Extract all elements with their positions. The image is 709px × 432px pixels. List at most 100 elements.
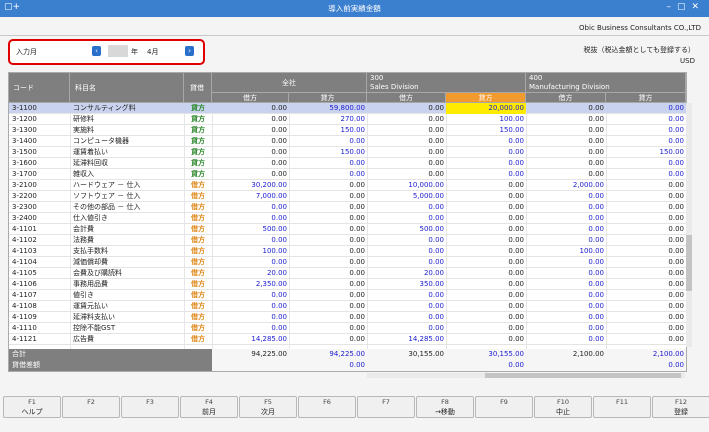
amount-cell[interactable]: 14,285.00 bbox=[367, 334, 446, 345]
amount-cell[interactable]: 0.00 bbox=[446, 246, 526, 257]
amount-cell[interactable]: 0.00 bbox=[526, 125, 606, 136]
amount-cell[interactable]: 0.00 bbox=[367, 301, 446, 312]
amount-cell[interactable]: 150.00 bbox=[446, 125, 526, 136]
amount-cell[interactable]: 0.00 bbox=[606, 235, 686, 246]
function-key-f11[interactable]: F11 bbox=[593, 396, 651, 418]
table-row[interactable]: 4-1102 法務費 借方 0.00 0.00 0.00 0.00 0.00 0.00 bbox=[9, 235, 686, 246]
year-field[interactable] bbox=[108, 45, 128, 57]
amount-cell[interactable]: 0.00 bbox=[606, 323, 686, 334]
amount-cell[interactable]: 0.00 bbox=[526, 202, 606, 213]
function-key-f4[interactable]: F4 前月 bbox=[180, 396, 238, 418]
amount-cell[interactable]: 0.00 bbox=[289, 191, 367, 202]
amount-cell[interactable]: 0.00 bbox=[446, 213, 526, 224]
amount-cell[interactable]: 0.00 bbox=[526, 169, 606, 180]
amount-cell[interactable]: 0.00 bbox=[367, 312, 446, 323]
amount-cell[interactable]: 59,800.00 bbox=[289, 103, 367, 114]
amount-cell[interactable]: 0.00 bbox=[289, 213, 367, 224]
amount-cell[interactable]: 0.00 bbox=[606, 334, 686, 345]
amount-cell[interactable]: 0.00 bbox=[446, 180, 526, 191]
amount-cell[interactable]: 0.00 bbox=[212, 213, 289, 224]
amount-cell[interactable]: 0.00 bbox=[606, 136, 686, 147]
amount-cell[interactable]: 0.00 bbox=[212, 235, 289, 246]
prev-month-button[interactable]: ‹ bbox=[92, 46, 101, 56]
amount-cell[interactable]: 0.00 bbox=[606, 246, 686, 257]
amount-cell[interactable]: 0.00 bbox=[446, 224, 526, 235]
amount-cell[interactable]: 0.00 bbox=[446, 301, 526, 312]
amount-cell[interactable]: 0.00 bbox=[526, 323, 606, 334]
function-key-f7[interactable]: F7 bbox=[357, 396, 415, 418]
amount-cell[interactable]: 0.00 bbox=[606, 202, 686, 213]
amount-cell[interactable]: 0.00 bbox=[212, 202, 289, 213]
amount-cell[interactable]: 0.00 bbox=[446, 191, 526, 202]
amount-cell[interactable]: 0.00 bbox=[212, 169, 289, 180]
amount-cell[interactable]: 500.00 bbox=[212, 224, 289, 235]
table-row[interactable]: 4-1107 値引き 借方 0.00 0.00 0.00 0.00 0.00 0.00 bbox=[9, 290, 686, 301]
amount-cell[interactable]: 0.00 bbox=[367, 136, 446, 147]
amount-cell[interactable]: 0.00 bbox=[446, 290, 526, 301]
amount-cell[interactable]: 0.00 bbox=[526, 334, 606, 345]
amount-cell[interactable]: 0.00 bbox=[367, 257, 446, 268]
amount-cell[interactable]: 150.00 bbox=[289, 125, 367, 136]
amount-cell[interactable]: 0.00 bbox=[446, 268, 526, 279]
horizontal-scroll-thumb[interactable] bbox=[485, 373, 681, 378]
table-row[interactable]: 3-2400 仕入値引き 借方 0.00 0.00 0.00 0.00 0.00 0.00 bbox=[9, 213, 686, 224]
amount-cell[interactable]: 0.00 bbox=[367, 235, 446, 246]
amount-cell[interactable]: 0.00 bbox=[446, 136, 526, 147]
function-key-f3[interactable]: F3 bbox=[121, 396, 179, 418]
amount-cell[interactable]: 0.00 bbox=[526, 158, 606, 169]
amount-cell[interactable]: 7,000.00 bbox=[212, 191, 289, 202]
amount-cell[interactable]: 0.00 bbox=[606, 279, 686, 290]
amount-cell[interactable]: 0.00 bbox=[367, 169, 446, 180]
table-row[interactable]: 4-1108 運賃元払い 借方 0.00 0.00 0.00 0.00 0.00 0.00 bbox=[9, 301, 686, 312]
amount-cell[interactable]: 0.00 bbox=[289, 268, 367, 279]
amount-cell[interactable]: 0.00 bbox=[446, 158, 526, 169]
table-row[interactable]: 4-1121 広告費 借方 14,285.00 0.00 14,285.00 0.00 0.0… bbox=[9, 334, 686, 345]
amount-cell[interactable]: 0.00 bbox=[212, 312, 289, 323]
amount-cell[interactable]: 0.00 bbox=[526, 312, 606, 323]
amount-cell[interactable]: 2,350.00 bbox=[212, 279, 289, 290]
amount-cell[interactable]: 0.00 bbox=[446, 257, 526, 268]
amount-cell[interactable]: 0.00 bbox=[367, 246, 446, 257]
amount-cell[interactable]: 0.00 bbox=[289, 246, 367, 257]
function-key-f5[interactable]: F5 次月 bbox=[239, 396, 297, 418]
amount-cell[interactable]: 0.00 bbox=[606, 257, 686, 268]
amount-cell[interactable]: 0.00 bbox=[526, 235, 606, 246]
table-row[interactable]: 3-1200 研修料 貸方 0.00 270.00 0.00 100.00 0.00 0.00 bbox=[9, 114, 686, 125]
table-row[interactable]: 4-1105 会費及び購読料 借方 20.00 0.00 20.00 0.00 0.00 0.0… bbox=[9, 268, 686, 279]
amount-cell[interactable]: 0.00 bbox=[526, 213, 606, 224]
amount-cell[interactable]: 0.00 bbox=[606, 312, 686, 323]
amount-cell[interactable]: 0.00 bbox=[367, 125, 446, 136]
amount-cell[interactable]: 5,000.00 bbox=[367, 191, 446, 202]
amount-cell[interactable]: 0.00 bbox=[289, 202, 367, 213]
table-row[interactable]: 3-1300 実施料 貸方 0.00 150.00 0.00 150.00 0.00 0.00 bbox=[9, 125, 686, 136]
amount-cell[interactable]: 0.00 bbox=[289, 180, 367, 191]
amount-cell[interactable]: 0.00 bbox=[212, 136, 289, 147]
amount-cell[interactable]: 0.00 bbox=[446, 279, 526, 290]
function-key-f12[interactable]: F12 登録 bbox=[652, 396, 709, 418]
vertical-scrollbar[interactable] bbox=[686, 103, 692, 347]
amount-cell[interactable]: 20.00 bbox=[367, 268, 446, 279]
table-row[interactable]: 4-1103 支払手数料 借方 100.00 0.00 0.00 0.00 100.00 0.0… bbox=[9, 246, 686, 257]
horizontal-scrollbar[interactable] bbox=[367, 373, 685, 378]
amount-cell[interactable]: 0.00 bbox=[526, 147, 606, 158]
amount-cell[interactable]: 0.00 bbox=[526, 114, 606, 125]
amount-cell[interactable]: 150.00 bbox=[606, 147, 686, 158]
amount-cell[interactable]: 0.00 bbox=[289, 158, 367, 169]
amount-cell[interactable]: 2,000.00 bbox=[526, 180, 606, 191]
amount-cell[interactable]: 0.00 bbox=[446, 202, 526, 213]
amount-cell[interactable]: 0.00 bbox=[606, 125, 686, 136]
amount-cell[interactable]: 14,285.00 bbox=[212, 334, 289, 345]
window-controls[interactable]: –▢✕ bbox=[666, 2, 705, 12]
amount-cell[interactable]: 0.00 bbox=[367, 202, 446, 213]
amount-cell[interactable]: 0.00 bbox=[526, 301, 606, 312]
amount-cell[interactable]: 0.00 bbox=[526, 257, 606, 268]
amount-cell[interactable]: 0.00 bbox=[606, 180, 686, 191]
amount-cell[interactable]: 0.00 bbox=[526, 136, 606, 147]
table-row[interactable]: 3-1700 雑収入 貸方 0.00 0.00 0.00 0.00 0.00 0.00 bbox=[9, 169, 686, 180]
amount-cell[interactable]: 0.00 bbox=[367, 158, 446, 169]
amount-cell[interactable]: 0.00 bbox=[606, 290, 686, 301]
amount-cell[interactable]: 20.00 bbox=[212, 268, 289, 279]
amount-cell[interactable]: 0.00 bbox=[526, 191, 606, 202]
amount-cell[interactable]: 0.00 bbox=[289, 136, 367, 147]
amount-cell[interactable]: 0.00 bbox=[446, 334, 526, 345]
